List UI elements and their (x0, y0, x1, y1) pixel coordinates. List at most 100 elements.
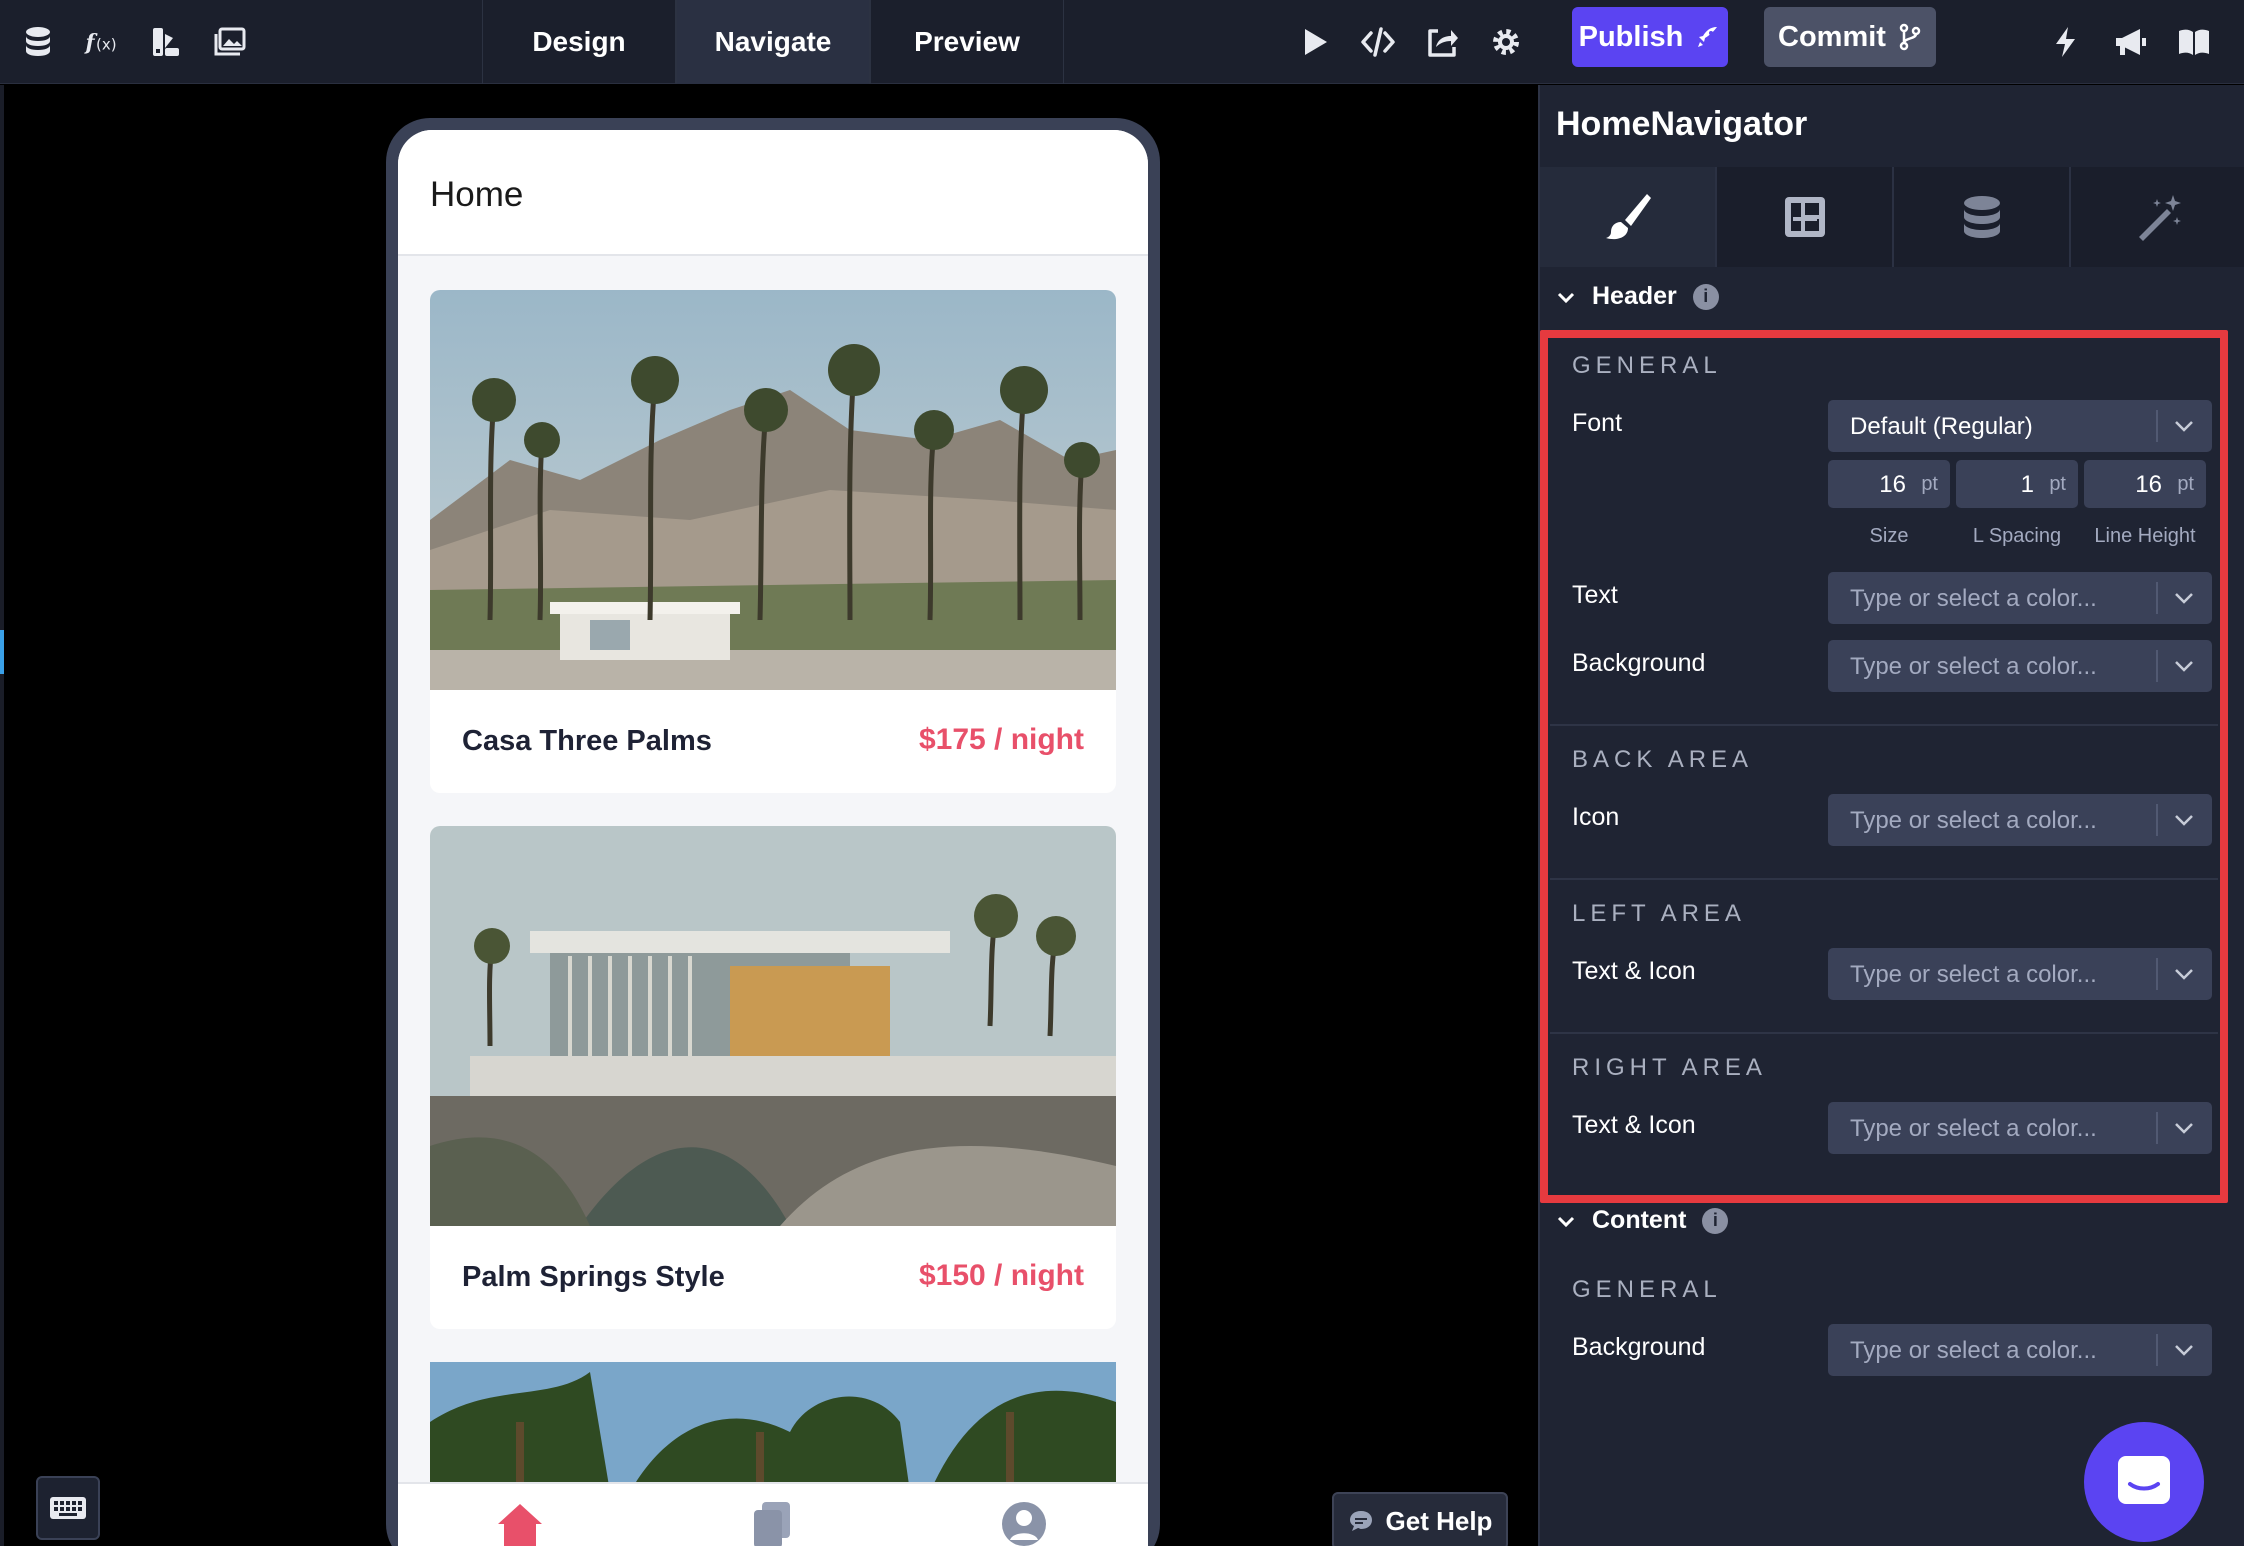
publish-label: Publish (1578, 20, 1684, 53)
background-color-label: Background (1572, 649, 1706, 677)
content-background-color-select[interactable]: Type or select a color... (1828, 1324, 2212, 1376)
bookings-icon[interactable] (746, 1500, 798, 1546)
page-title: Home (430, 175, 524, 214)
font-size-value: 16 (1879, 471, 1906, 498)
field-separator (2156, 582, 2158, 614)
left-text-icon-color-select[interactable]: Type or select a color... (1828, 948, 2212, 1000)
phone-screen: Home Casa Three Palms $175 / night Palm … (398, 130, 1148, 1546)
book-icon[interactable] (2172, 20, 2216, 64)
commit-button[interactable]: Commit (1764, 7, 1936, 67)
color-placeholder: Type or select a color... (1850, 653, 2097, 680)
tab-navigate[interactable]: Navigate (676, 0, 870, 84)
content-section-toggle[interactable]: Content i (1556, 1206, 1729, 1235)
background-color-select[interactable]: Type or select a color... (1828, 640, 2212, 692)
font-select[interactable]: Default (Regular) (1828, 400, 2212, 452)
theme-icon[interactable] (144, 20, 188, 64)
header-section-toggle[interactable]: Header i (1556, 282, 1719, 311)
listing-photo (430, 1362, 1116, 1492)
font-label: Font (1572, 409, 1623, 437)
right-text-icon-color-select[interactable]: Type or select a color... (1828, 1102, 2212, 1154)
letter-spacing-input[interactable]: 1 pt (1956, 460, 2078, 508)
text-color-label: Text (1572, 581, 1618, 609)
line-height-input[interactable]: 16 pt (2084, 460, 2206, 508)
chat-icon (2118, 1456, 2170, 1504)
chevron-down-icon[interactable] (2172, 1338, 2196, 1362)
font-size-input[interactable]: 16 pt (1828, 460, 1950, 508)
settings-icon[interactable] (1484, 20, 1528, 64)
panel-title: HomeNavigator (1556, 105, 1808, 143)
chevron-down-icon[interactable] (2172, 962, 2196, 986)
listing-name: Casa Three Palms (462, 725, 712, 757)
tab-preview[interactable]: Preview (870, 0, 1064, 84)
left-text-icon-label: Text & Icon (1572, 957, 1696, 985)
chevron-down-icon[interactable] (2172, 808, 2196, 832)
chevron-down-icon[interactable] (2172, 414, 2196, 438)
chevron-down-icon[interactable] (2172, 586, 2196, 610)
font-value: Default (Regular) (1850, 413, 2033, 440)
field-separator (2156, 804, 2158, 836)
listing-card[interactable] (430, 1362, 1116, 1492)
publish-button[interactable]: Publish (1572, 7, 1728, 67)
chevron-down-icon[interactable] (2172, 1116, 2196, 1140)
get-help-button[interactable]: Get Help (1332, 1492, 1508, 1546)
data-tab[interactable] (1894, 167, 2071, 267)
listing-card[interactable]: Casa Three Palms $175 / night (430, 290, 1116, 793)
style-tab[interactable] (1540, 167, 1717, 267)
right-text-icon-label: Text & Icon (1572, 1111, 1696, 1139)
back-icon-color-select[interactable]: Type or select a color... (1828, 794, 2212, 846)
profile-icon[interactable] (998, 1500, 1050, 1546)
divider (1550, 1032, 2218, 1034)
content-section-title: Content (1592, 1206, 1687, 1234)
layout-icon (1784, 197, 1825, 237)
panel-tabs (1540, 167, 2244, 267)
home-icon[interactable] (494, 1500, 546, 1546)
left-area-group-label: LEFT AREA (1572, 900, 1746, 927)
chevron-down-icon (1557, 1216, 1575, 1227)
size-caption: Size (1869, 525, 1909, 547)
content-general-group-label: GENERAL (1572, 1276, 1722, 1303)
tab-design[interactable]: Design (482, 0, 676, 84)
get-help-label: Get Help (1385, 1505, 1493, 1536)
field-separator (2156, 410, 2158, 442)
paint-brush-icon (1605, 194, 1651, 240)
chevron-down-icon[interactable] (2172, 654, 2196, 678)
general-group-label: GENERAL (1572, 352, 1722, 379)
megaphone-icon[interactable] (2108, 20, 2152, 64)
back-area-group-label: BACK AREA (1572, 746, 1754, 773)
letter-spacing-value: 1 (2020, 471, 2034, 498)
content-background-label: Background (1572, 1333, 1706, 1361)
field-separator (2156, 958, 2158, 990)
spacing-caption: L Spacing (1972, 525, 2062, 547)
listing-name: Palm Springs Style (462, 1261, 725, 1293)
commit-label: Commit (1778, 20, 1886, 53)
color-placeholder: Type or select a color... (1850, 1115, 2097, 1142)
listing-price: $175 / night (918, 723, 1084, 756)
keyboard-icon (50, 1497, 86, 1519)
code-icon[interactable] (1356, 20, 1400, 64)
chat-support-button[interactable] (2084, 1422, 2204, 1542)
layout-tab[interactable] (1717, 167, 1894, 267)
color-placeholder: Type or select a color... (1850, 807, 2097, 834)
info-icon[interactable]: i (1692, 283, 1719, 310)
canvas-scroll-marker (0, 630, 4, 674)
app-header[interactable]: Home (398, 130, 1148, 256)
function-icon[interactable]: f (x) (78, 20, 126, 64)
database-icon (1963, 196, 2000, 238)
image-icon[interactable] (208, 20, 252, 64)
actions-tab[interactable] (2071, 167, 2244, 267)
listing-card[interactable]: Palm Springs Style $150 / night (430, 826, 1116, 1329)
database-icon[interactable] (16, 20, 60, 64)
play-icon[interactable] (1292, 20, 1336, 64)
text-color-select[interactable]: Type or select a color... (1828, 572, 2212, 624)
keyboard-shortcuts-button[interactable] (36, 1476, 100, 1540)
color-placeholder: Type or select a color... (1850, 1337, 2097, 1364)
rocket-icon (1698, 27, 1718, 47)
chevron-down-icon (1557, 292, 1575, 303)
chat-bubble-icon (1349, 1511, 1372, 1531)
magic-wand-icon (2138, 195, 2181, 241)
info-icon[interactable]: i (1702, 1207, 1729, 1234)
share-icon[interactable] (1420, 20, 1464, 64)
bolt-icon[interactable] (2044, 20, 2088, 64)
right-area-group-label: RIGHT AREA (1572, 1054, 1767, 1081)
divider (1550, 724, 2218, 726)
